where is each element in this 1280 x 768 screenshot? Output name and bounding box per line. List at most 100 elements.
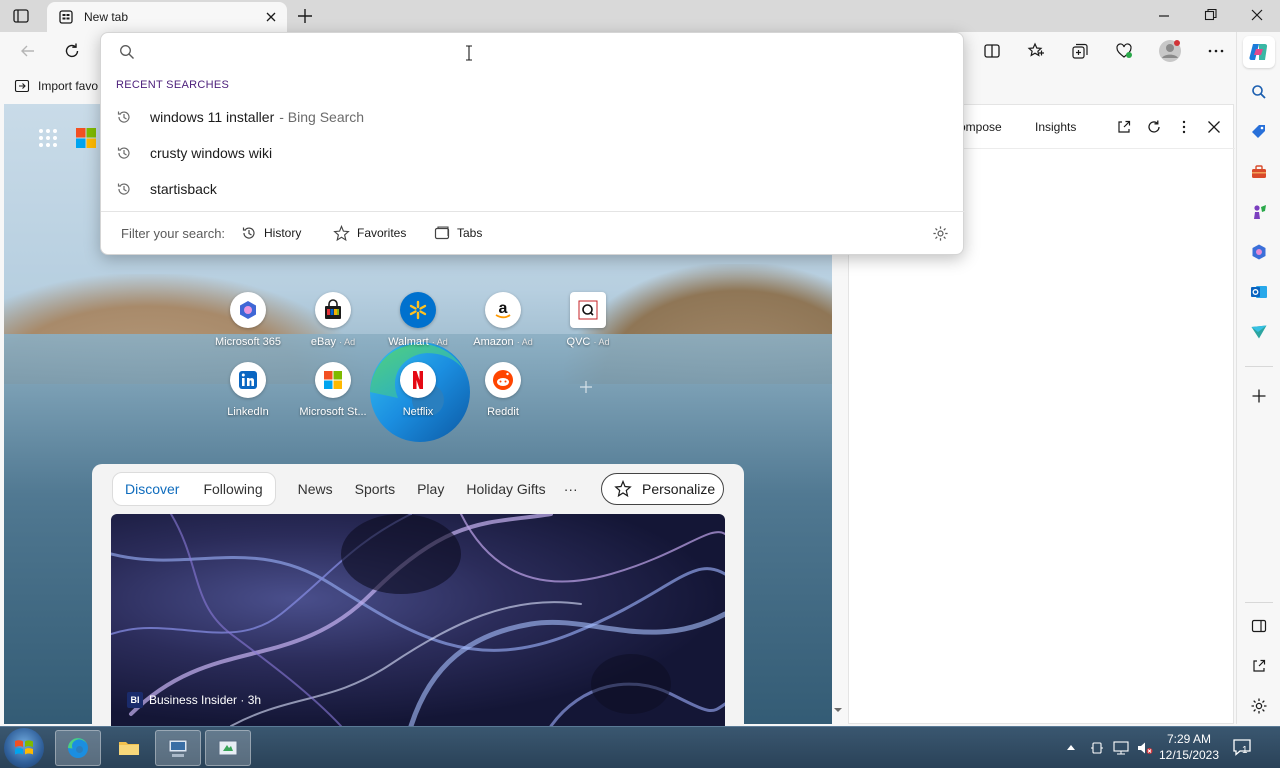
history-clock-icon <box>116 109 134 125</box>
recent-search-item[interactable]: startisback <box>116 171 950 207</box>
text-cursor-icon <box>465 45 473 61</box>
sidebar-divider-bottom <box>1245 602 1273 603</box>
quick-link-reddit[interactable]: Reddit <box>461 362 545 418</box>
back-arrow-icon[interactable] <box>12 35 44 67</box>
copilot-icon[interactable] <box>1243 36 1275 68</box>
filter-tabs-button[interactable]: Tabs <box>434 221 482 245</box>
drop-send-icon[interactable] <box>1247 320 1271 344</box>
apps-launcher-icon[interactable] <box>38 128 58 148</box>
close-window-icon[interactable] <box>1250 8 1264 22</box>
search-settings-gear-icon[interactable] <box>932 225 949 242</box>
profile-avatar-icon[interactable] <box>1154 35 1186 67</box>
ad-badge: · Ad <box>339 337 356 347</box>
close-tab-icon[interactable] <box>265 11 277 23</box>
open-external-icon[interactable] <box>1247 654 1271 678</box>
quick-link-qvc[interactable]: QVC · Ad <box>546 292 630 348</box>
tab-new-tab[interactable]: New tab <box>47 2 287 32</box>
folder-icon <box>119 742 139 755</box>
taskbar-explorer[interactable] <box>106 730 152 766</box>
clock-date: 12/15/2023 <box>1158 748 1220 762</box>
history-clock-icon <box>116 181 134 197</box>
tray-device-icon[interactable] <box>1090 741 1104 755</box>
microsoft365-icon[interactable] <box>1247 240 1271 264</box>
sidebar-settings-gear-icon[interactable] <box>1247 694 1271 718</box>
tab-strip: New tab <box>0 0 1280 32</box>
favorites-star-icon[interactable] <box>1020 35 1052 67</box>
taskbar-app[interactable] <box>205 730 251 766</box>
microsoft-logo-icon[interactable] <box>76 128 96 148</box>
search-icon[interactable] <box>1247 80 1271 104</box>
quick-link-netflix[interactable]: Netflix <box>376 362 460 418</box>
filter-history-button[interactable]: History <box>241 221 301 245</box>
tab-discover[interactable]: Discover <box>125 481 179 497</box>
start-button[interactable] <box>4 728 44 768</box>
shopping-tag-icon[interactable] <box>1247 120 1271 144</box>
tab-play[interactable]: Play <box>417 481 444 497</box>
qvc-icon <box>570 292 606 328</box>
open-in-new-tab-icon[interactable] <box>1116 119 1132 135</box>
new-tab-plus-icon[interactable] <box>296 7 314 25</box>
pane-refresh-icon[interactable] <box>1146 119 1162 135</box>
quick-link-ebay[interactable]: eBay · Ad <box>291 292 375 348</box>
quick-link-linkedin[interactable]: LinkedIn <box>206 362 290 418</box>
tab-holiday-gifts[interactable]: Holiday Gifts <box>466 481 545 497</box>
tab-news[interactable]: News <box>298 481 333 497</box>
tray-overflow-icon[interactable] <box>1066 743 1076 751</box>
filter-favorites-button[interactable]: Favorites <box>333 221 406 245</box>
recent-searches-header: RECENT SEARCHES <box>116 79 230 91</box>
quick-link-microsoft365[interactable]: Microsoft 365 <box>206 292 290 348</box>
collections-icon[interactable] <box>1064 35 1096 67</box>
taskbar-remote-desktop[interactable] <box>155 730 201 766</box>
quick-link-label: Reddit <box>487 406 519 418</box>
recent-search-item[interactable]: windows 11 installer - Bing Search <box>116 99 950 135</box>
clock-time: 7:29 AM <box>1166 732 1212 746</box>
hide-sidebar-icon[interactable] <box>1247 614 1271 638</box>
tab-sports[interactable]: Sports <box>355 481 395 497</box>
tab-actions-icon[interactable] <box>12 7 30 25</box>
volume-muted-icon[interactable] <box>1137 741 1153 755</box>
notification-icon[interactable]: 1 <box>1232 737 1252 757</box>
quick-link-label: eBay <box>310 336 336 348</box>
games-chess-icon[interactable] <box>1247 200 1271 224</box>
refresh-icon[interactable] <box>56 35 88 67</box>
system-clock[interactable]: 7:29 AM 12/15/2023 <box>1156 731 1222 763</box>
split-screen-icon[interactable] <box>976 35 1008 67</box>
pane-more-icon[interactable] <box>1176 119 1192 135</box>
personalize-button[interactable]: Personalize <box>601 473 724 505</box>
personalize-star-icon <box>614 480 632 498</box>
network-icon[interactable] <box>1113 741 1129 755</box>
pane-close-icon[interactable] <box>1206 119 1222 135</box>
tools-briefcase-icon[interactable] <box>1247 160 1271 184</box>
taskbar-edge[interactable] <box>55 730 101 766</box>
page-scroll-down-icon[interactable] <box>832 704 844 716</box>
feed-hero-card[interactable]: BI Business Insider · 3h <box>111 514 725 726</box>
quick-link-label: Amazon <box>473 336 514 348</box>
svg-text:a: a <box>499 300 508 317</box>
tab-following[interactable]: Following <box>203 481 262 497</box>
quick-link-microsoft-store[interactable]: Microsoft St... <box>291 362 375 418</box>
tab-insights[interactable]: Insights <box>1035 120 1076 134</box>
filter-history-label: History <box>264 226 302 240</box>
recent-search-suffix: - Bing Search <box>279 109 365 125</box>
feed-more-button[interactable]: ··· <box>564 481 578 497</box>
address-input[interactable] <box>145 39 945 65</box>
quick-link-walmart[interactable]: Walmart · Ad <box>376 292 460 348</box>
quick-link-label: Walmart <box>388 336 429 348</box>
browser-essentials-icon[interactable] <box>1108 35 1140 67</box>
minimize-icon[interactable] <box>1158 8 1170 22</box>
quick-link-label: Microsoft St... <box>299 406 367 418</box>
restore-icon[interactable] <box>1204 8 1218 22</box>
recent-search-item[interactable]: crusty windows wiki <box>116 135 950 171</box>
feed-tabs: Discover Following News Sports Play Holi… <box>112 472 578 506</box>
import-favorites-link[interactable]: Import favo <box>38 79 98 93</box>
add-quick-link-icon[interactable] <box>579 380 593 394</box>
news-feed: Discover Following News Sports Play Holi… <box>92 464 744 726</box>
outlook-icon[interactable] <box>1247 280 1271 304</box>
windows-logo-icon <box>15 740 33 755</box>
recent-search-query: crusty windows wiki <box>150 145 273 161</box>
quick-link-label: QVC <box>566 336 591 348</box>
tab-compose[interactable]: ompose <box>959 120 1002 134</box>
quick-link-amazon[interactable]: a Amazon · Ad <box>461 292 545 348</box>
settings-more-icon[interactable] <box>1200 35 1232 67</box>
add-sidebar-app-icon[interactable] <box>1247 384 1271 408</box>
